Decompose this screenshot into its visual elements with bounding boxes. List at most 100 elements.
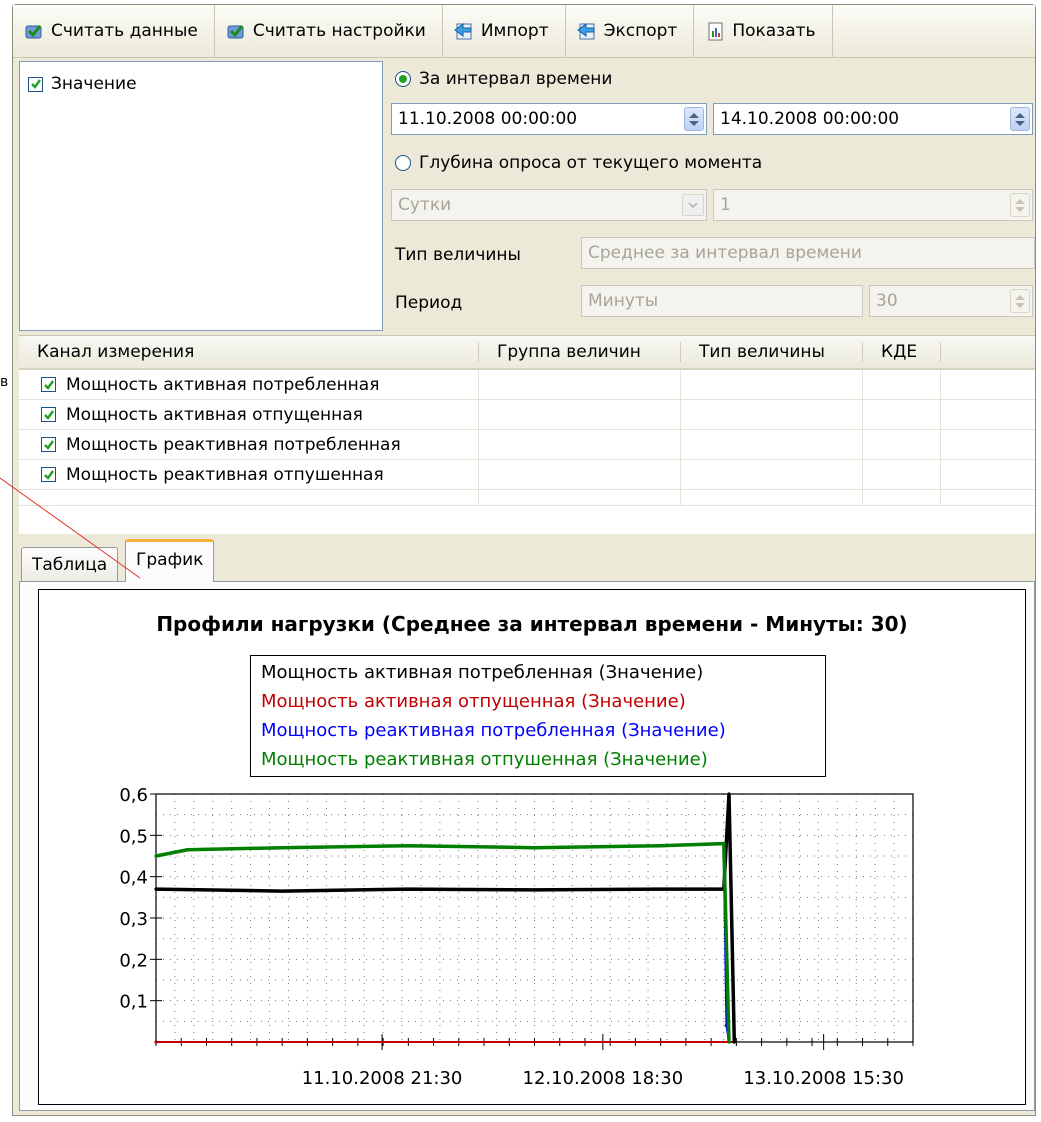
chevron-down-icon[interactable] — [682, 194, 704, 216]
period-value-field[interactable]: 30 — [869, 285, 1033, 317]
table-row[interactable]: Мощность активная потребленная — [19, 370, 1035, 400]
depth-value-field[interactable]: 1 — [713, 189, 1033, 221]
y-tick-label: 0,3 — [119, 909, 148, 930]
depth-spinner[interactable] — [1010, 193, 1030, 217]
y-tick-label: 0,2 — [119, 950, 148, 971]
table-row[interactable]: Мощность реактивная отпушенная — [19, 460, 1035, 490]
interval-radio-label: За интервал времени — [419, 69, 613, 89]
depth-unit-select[interactable]: Сутки — [391, 189, 707, 221]
col-kde[interactable]: КДЕ — [863, 342, 941, 362]
series-point-0 — [532, 888, 537, 892]
value-type-label: Тип величины — [395, 245, 521, 265]
series-point-1 — [154, 1040, 158, 1044]
app-window: Считать данные Считать настройки Импорт … — [12, 4, 1036, 1116]
period-unit-value: Минуты — [588, 291, 659, 311]
import-label: Импорт — [480, 21, 549, 41]
series-point-0 — [280, 889, 284, 893]
series-point-3 — [659, 844, 663, 848]
depth-radio[interactable] — [395, 155, 411, 171]
y-tick-label: 0,1 — [119, 992, 148, 1013]
y-tick-label: 0,4 — [119, 868, 148, 889]
col-group[interactable]: Группа величин — [479, 342, 681, 362]
date-from-value: 11.10.2008 00:00:00 — [398, 109, 578, 129]
x-tick-label: 11.10.2008 21:30 — [302, 1068, 463, 1089]
read-data-icon — [23, 20, 45, 42]
series-point-3 — [722, 842, 726, 846]
value-type-value: Среднее за интервал времени — [588, 243, 862, 263]
channel-checkbox[interactable] — [41, 467, 56, 482]
date-to-spinner[interactable] — [1010, 107, 1030, 131]
channel-name: Мощность активная потребленная — [66, 374, 380, 395]
series-point-3 — [154, 854, 158, 858]
tab-chart[interactable]: График — [125, 539, 215, 582]
table-row-empty — [19, 490, 1035, 506]
series-point-3 — [406, 844, 410, 848]
x-tick-label: 13.10.2008 15:30 — [743, 1068, 904, 1089]
time-parameters: За интервал времени 11.10.2008 00:00:00 … — [391, 61, 1037, 331]
series-point-0 — [659, 887, 663, 891]
y-tick-label: 0,6 — [119, 785, 148, 806]
value-checkbox[interactable] — [28, 76, 43, 92]
col-type[interactable]: Тип величины — [681, 342, 863, 362]
read-data-button[interactable]: Считать данные — [13, 5, 215, 57]
table-row[interactable]: Мощность активная отпущенная — [19, 400, 1035, 430]
import-button[interactable]: Импорт — [443, 5, 566, 57]
x-tick-label: 12.10.2008 18:30 — [523, 1068, 684, 1089]
date-from-spinner[interactable] — [684, 107, 704, 131]
series-point-3 — [532, 846, 537, 850]
series-point-3 — [185, 848, 190, 852]
series-point-0 — [727, 792, 731, 796]
series-line-3 — [155, 841, 731, 1043]
chart-frame: Профили нагрузки (Среднее за интервал вр… — [38, 589, 1026, 1105]
series-point-3 — [280, 846, 284, 850]
date-to-field[interactable]: 14.10.2008 00:00:00 — [713, 103, 1033, 135]
depth-radio-row[interactable]: Глубина опроса от текущего момента — [395, 153, 762, 173]
table-row[interactable]: Мощность реактивная потребленная — [19, 430, 1035, 460]
interval-radio[interactable] — [395, 71, 411, 87]
read-settings-button[interactable]: Считать настройки — [215, 5, 443, 57]
export-icon — [576, 20, 598, 42]
channel-checkbox[interactable] — [41, 437, 56, 452]
period-label: Период — [395, 293, 463, 313]
read-settings-icon — [225, 20, 247, 42]
interval-radio-row[interactable]: За интервал времени — [395, 69, 612, 89]
value-list: Значение — [19, 61, 383, 331]
chart-tab-panel: Профили нагрузки (Среднее за интервал вр… — [19, 581, 1035, 1111]
series-point-0 — [732, 1040, 736, 1044]
depth-radio-label: Глубина опроса от текущего момента — [419, 153, 763, 173]
toolbar: Считать данные Считать настройки Импорт … — [13, 5, 1035, 58]
channel-table: Канал измерения Группа величин Тип велич… — [19, 335, 1035, 534]
show-icon — [704, 20, 726, 42]
series-point-0 — [154, 887, 158, 891]
value-checkbox-label: Значение — [51, 74, 137, 94]
line-chart: 0,6 0,5 0,4 0,3 0,2 0,1 11.10.2008 21:30 12.10.… — [119, 785, 914, 1089]
read-data-label: Считать данные — [51, 21, 198, 41]
y-tick-label: 0,5 — [119, 826, 148, 847]
show-label: Показать — [732, 21, 816, 41]
read-settings-label: Считать настройки — [252, 21, 426, 41]
date-to-value: 14.10.2008 00:00:00 — [720, 109, 900, 129]
export-label: Экспорт — [603, 21, 678, 41]
export-button[interactable]: Экспорт — [566, 5, 695, 57]
import-icon — [453, 20, 475, 42]
value-type-field[interactable]: Среднее за интервал времени — [581, 237, 1035, 269]
channel-checkbox[interactable] — [41, 407, 56, 422]
value-checkbox-row[interactable]: Значение — [28, 74, 137, 94]
channel-name: Мощность реактивная отпушенная — [66, 464, 384, 485]
period-value: 30 — [876, 291, 898, 311]
col-channel[interactable]: Канал измерения — [19, 342, 479, 362]
series-point-3 — [727, 1040, 731, 1044]
channel-table-header: Канал измерения Группа величин Тип велич… — [19, 336, 1035, 370]
period-unit-field[interactable]: Минуты — [581, 285, 863, 317]
channel-checkbox[interactable] — [41, 377, 56, 392]
depth-value: 1 — [720, 195, 731, 215]
tab-table[interactable]: Таблица — [21, 547, 119, 581]
depth-unit-value: Сутки — [398, 195, 452, 215]
channel-name: Мощность реактивная потребленная — [66, 434, 401, 455]
channel-name: Мощность активная отпущенная — [66, 404, 363, 425]
period-spinner[interactable] — [1010, 289, 1030, 313]
series-point-0 — [406, 887, 410, 891]
show-button[interactable]: Показать — [694, 5, 833, 57]
date-from-field[interactable]: 11.10.2008 00:00:00 — [391, 103, 707, 135]
annotation-fragment: в — [0, 374, 8, 390]
